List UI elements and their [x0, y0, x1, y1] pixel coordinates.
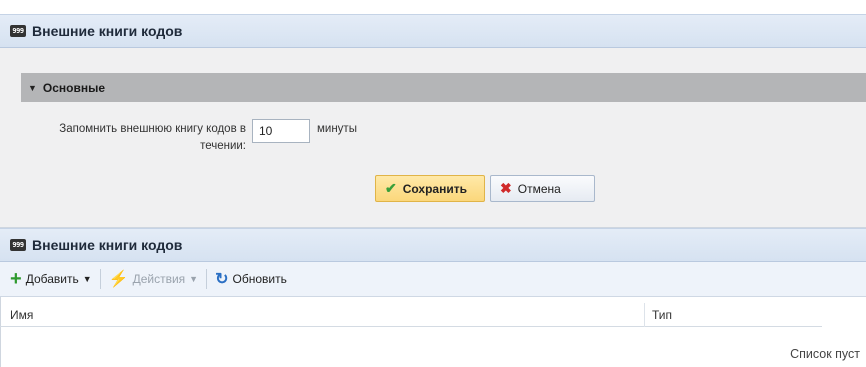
- checkmark-icon: ✔: [385, 180, 397, 196]
- panel-header-codebooks-list: 999 Внешние книги кодов: [0, 228, 866, 262]
- column-header-type[interactable]: Тип: [652, 308, 672, 322]
- plus-icon: +: [10, 267, 22, 290]
- save-button[interactable]: ✔ Сохранить: [375, 175, 485, 202]
- cancel-button[interactable]: ✖ Отмена: [490, 175, 595, 202]
- actions-button-label: Действия: [132, 272, 186, 286]
- list-toolbar: + Добавить ▼ ⚡ Действия ▼ ↻ Обновить: [0, 262, 866, 297]
- grid-header: Имя Тип: [0, 303, 822, 327]
- add-button-label: Добавить: [25, 272, 79, 286]
- cancel-button-label: Отмена: [517, 181, 561, 196]
- remember-duration-label: Запомнить внешнюю книгу кодов в течении:: [59, 123, 246, 152]
- refresh-icon: ↻: [215, 271, 229, 288]
- add-button[interactable]: + Добавить ▼: [10, 268, 92, 291]
- lightning-icon: ⚡: [108, 271, 129, 288]
- duration-unit-label: минуты: [317, 123, 357, 135]
- actions-button[interactable]: ⚡ Действия ▼: [109, 269, 198, 289]
- toolbar-separator: [99, 269, 101, 289]
- panel-title: Внешние книги кодов: [32, 23, 183, 39]
- fieldset-title: Основные: [42, 80, 106, 95]
- cross-icon: ✖: [500, 180, 512, 196]
- refresh-button[interactable]: ↻ Обновить: [215, 269, 287, 289]
- refresh-button-label: Обновить: [232, 272, 287, 286]
- panel-header-codebooks-settings: 999 Внешние книги кодов: [0, 14, 866, 48]
- codebook-icon: 999: [10, 25, 26, 37]
- chevron-down-icon: ▼: [189, 274, 199, 284]
- empty-list-message: Список пуст: [790, 347, 860, 361]
- column-divider[interactable]: [644, 303, 645, 327]
- collapse-triangle-icon[interactable]: ▼: [28, 83, 37, 93]
- remember-duration-input[interactable]: [252, 119, 310, 143]
- fieldset-header-main[interactable]: ▼ Основные: [21, 73, 866, 102]
- toolbar-separator: [206, 269, 208, 289]
- codebook-icon: 999: [10, 239, 26, 251]
- settings-form: ▼ Основные Запомнить внешнюю книгу кодов…: [0, 48, 866, 228]
- column-header-name[interactable]: Имя: [10, 308, 33, 322]
- save-button-label: Сохранить: [402, 181, 467, 196]
- panel-title: Внешние книги кодов: [32, 237, 183, 253]
- chevron-down-icon: ▼: [82, 274, 92, 284]
